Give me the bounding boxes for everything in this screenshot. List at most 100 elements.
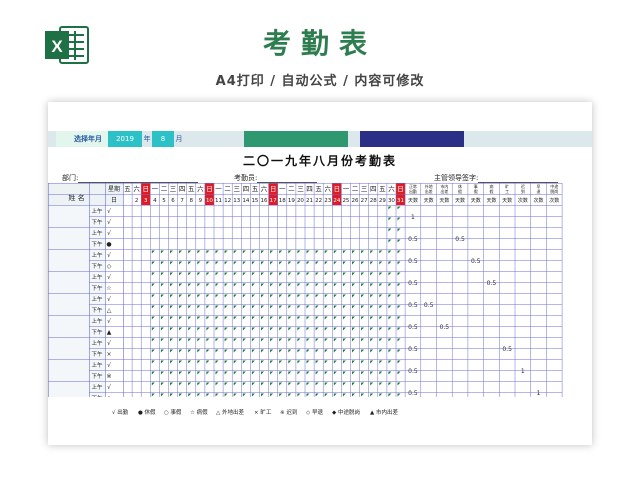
status-symbol: √ (107, 274, 111, 281)
entry-marker (397, 261, 401, 265)
entry-marker (251, 327, 255, 331)
weekday-label: 三 (234, 185, 241, 193)
month-unit: 月 (175, 135, 183, 143)
entry-marker (397, 206, 401, 210)
clerk-field[interactable]: 考勤员: (234, 173, 318, 183)
entry-marker (352, 305, 355, 309)
summary-value: 0.5 (502, 346, 512, 353)
entry-marker (333, 305, 337, 309)
day-number: 2 (135, 198, 139, 204)
entry-marker (206, 338, 210, 342)
summary-unit: 天数 (455, 197, 465, 204)
day-number: 23 (324, 198, 331, 204)
entry-marker (242, 294, 246, 298)
entry-marker (160, 305, 164, 309)
entry-marker (261, 360, 264, 364)
entry-marker (179, 250, 183, 254)
entry-marker (315, 305, 319, 309)
day-number: 14 (242, 198, 249, 204)
summary-value: 0.5 (408, 280, 418, 287)
day-number: 24 (333, 198, 340, 204)
summary-value: 0.5 (408, 346, 418, 353)
entry-marker (388, 382, 392, 386)
entry-marker (206, 305, 210, 309)
entry-marker (306, 272, 310, 276)
entry-marker (388, 250, 392, 254)
summary-unit: 天数 (486, 197, 496, 204)
entry-marker (397, 360, 401, 364)
entry-marker (342, 272, 346, 276)
entry-marker (179, 305, 183, 309)
entry-marker (270, 283, 274, 287)
entry-marker (215, 283, 219, 287)
entry-marker (333, 338, 337, 342)
entry-marker (379, 327, 383, 331)
attendance-table: 五六2日3一4二5三6四7五8六9日10一11二12三13四14五15六16日1… (48, 183, 563, 397)
am-label: 上午 (91, 295, 103, 303)
weekday-label: 日 (143, 185, 150, 193)
status-symbol: √ (107, 296, 111, 303)
entry-marker (261, 305, 264, 309)
weekday-label: 三 (361, 185, 368, 193)
entry-marker (361, 305, 365, 309)
entry-marker (206, 382, 210, 386)
navy-color-bar (360, 131, 464, 147)
entry-marker (197, 272, 201, 276)
entry-marker (151, 338, 155, 342)
department-field[interactable]: 部门: (62, 173, 199, 183)
entry-marker (188, 316, 192, 320)
entry-marker (242, 338, 246, 342)
entry-marker (297, 261, 301, 265)
entry-marker (397, 327, 401, 331)
day-number: 26 (352, 198, 359, 204)
leader-sign-field[interactable]: 主管领导签字: (434, 173, 559, 183)
entry-marker (242, 371, 246, 375)
entry-marker (251, 393, 255, 397)
weekday-label: 六 (388, 184, 395, 193)
entry-marker (370, 371, 374, 375)
entry-marker (251, 283, 255, 287)
entry-marker (361, 349, 365, 353)
entry-marker (324, 382, 328, 386)
day-number: 17 (270, 198, 277, 204)
month-selector[interactable]: 8 (152, 131, 174, 147)
green-color-bar (244, 131, 348, 147)
day-number: 27 (361, 198, 368, 204)
entry-marker (333, 393, 337, 397)
entry-marker (288, 349, 292, 353)
entry-marker (206, 294, 210, 298)
status-symbol: √ (107, 208, 111, 215)
entry-marker (270, 371, 274, 375)
entry-marker (197, 360, 201, 364)
status-symbol: ◇ (107, 395, 112, 397)
weekday-label: 日 (206, 185, 213, 193)
entry-marker (170, 327, 173, 331)
entry-marker (397, 294, 401, 298)
entry-marker (251, 294, 255, 298)
summary-unit: 天数 (502, 197, 512, 204)
pm-label: 下午 (91, 350, 103, 358)
entry-marker (233, 305, 237, 309)
entry-marker (251, 371, 255, 375)
legend-item: ◇ 早退 (306, 410, 323, 416)
entry-marker (388, 283, 392, 287)
pm-label: 下午 (91, 240, 103, 248)
entry-marker (352, 327, 355, 331)
day-label: 日 (111, 197, 117, 204)
clerk-label: 考勤员: (234, 174, 258, 182)
entry-marker (206, 261, 210, 265)
entry-marker (324, 393, 328, 397)
entry-marker (361, 338, 365, 342)
status-symbol: ※ (106, 373, 111, 380)
entry-marker (279, 272, 283, 276)
day-number: 13 (233, 198, 240, 204)
year-selector[interactable]: 2019 (108, 131, 142, 147)
day-number: 16 (261, 198, 268, 204)
day-number: 29 (379, 198, 386, 204)
weekday-label: 日 (397, 185, 404, 193)
summary-header-line2: 工 (505, 189, 509, 194)
entry-marker (370, 261, 374, 265)
entry-marker (224, 294, 228, 298)
entry-marker (361, 382, 365, 386)
day-number: 8 (190, 198, 194, 204)
